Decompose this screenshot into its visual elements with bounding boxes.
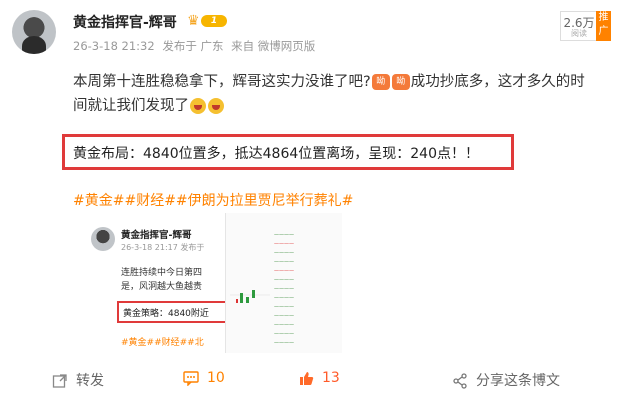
post-source: 来自 微博网页版 bbox=[231, 39, 316, 53]
embed-line2: 是，风泂越大鱼越贵 bbox=[121, 282, 203, 292]
avatar[interactable] bbox=[12, 10, 56, 54]
emoji-tag-icon: 呦 bbox=[391, 74, 410, 90]
post-time[interactable]: 26-3-18 21:32 bbox=[73, 39, 155, 53]
post-text-part: 本周第十连胜稳稳拿下，辉哥这实力没谁了吧? bbox=[73, 74, 371, 90]
embed-box-text: 黄金策略：4840附近 bbox=[123, 309, 209, 319]
like-button[interactable]: 13 bbox=[298, 370, 340, 386]
emoji-tag-icon: 呦 bbox=[371, 74, 390, 90]
vip-level: 1 bbox=[201, 15, 227, 27]
thumbs-up-icon bbox=[300, 372, 314, 385]
price-chart bbox=[230, 290, 270, 303]
embedded-screenshot[interactable]: 黄金指挥官-辉哥 26-3-18 21:17 发布于 连胜持续中今日第四 是，风… bbox=[83, 213, 373, 353]
comment-button[interactable]: 10 bbox=[183, 370, 225, 386]
post-meta: 26-3-18 21:32 发布于 广东 来自 微博网页版 bbox=[73, 38, 319, 54]
comment-count: 10 bbox=[207, 370, 225, 386]
post-text-part: 成功抄底多，这才多久的时 bbox=[410, 74, 585, 90]
share-label: 分享这条博文 bbox=[476, 373, 560, 389]
repost-icon bbox=[52, 374, 67, 388]
highlight-text: 黄金布局：4840位置多，抵达4864位置离场，呈现：240点！！ bbox=[73, 146, 479, 162]
embed-author: 黄金指挥官-辉哥 bbox=[121, 230, 192, 241]
trading-screenshot: ———— ———— ———— ———— ———— ———— ———— ———— ———— ————… bbox=[225, 213, 342, 353]
embed-avatar bbox=[91, 227, 115, 251]
read-count-label: 阅读 bbox=[571, 29, 587, 38]
laughing-face-icon bbox=[208, 98, 224, 114]
share-button[interactable]: 分享这条博文 bbox=[452, 370, 560, 390]
hashtags[interactable]: #黄金##财经##伊朗为拉里贾尼举行葬礼# bbox=[73, 190, 353, 210]
promo-tag[interactable]: 推广 bbox=[596, 11, 611, 41]
author-name[interactable]: 黄金指挥官-辉哥 bbox=[73, 12, 177, 32]
embed-meta: 26-3-18 21:17 发布于 bbox=[121, 243, 205, 252]
repost-button[interactable]: 转发 bbox=[52, 370, 104, 390]
embed-line1: 连胜持续中今日第四 bbox=[121, 268, 203, 278]
comment-icon bbox=[183, 371, 199, 386]
repost-label: 转发 bbox=[76, 373, 104, 389]
embed-tags: #黄金##财经##北 bbox=[121, 338, 204, 348]
laughing-face-icon bbox=[190, 98, 206, 114]
phone-status-bar bbox=[226, 217, 342, 227]
share-icon bbox=[453, 373, 467, 389]
post-text-line2: 间就让我们发现了 bbox=[73, 94, 225, 115]
post-text-line1: 本周第十连胜稳稳拿下，辉哥这实力没谁了吧? 呦呦成功抄底多，这才多久的时 bbox=[73, 70, 585, 91]
like-count: 13 bbox=[322, 370, 340, 386]
post-text-part: 间就让我们发现了 bbox=[73, 98, 189, 114]
order-list: ———— ———— ———— ———— ———— ———— ———— ———— ———— ————… bbox=[274, 232, 294, 346]
post-location: 发布于 广东 bbox=[162, 39, 224, 53]
read-count-box: 2.6万 阅读 bbox=[560, 11, 598, 41]
vip-badge[interactable]: ♛ 1 bbox=[187, 13, 229, 29]
